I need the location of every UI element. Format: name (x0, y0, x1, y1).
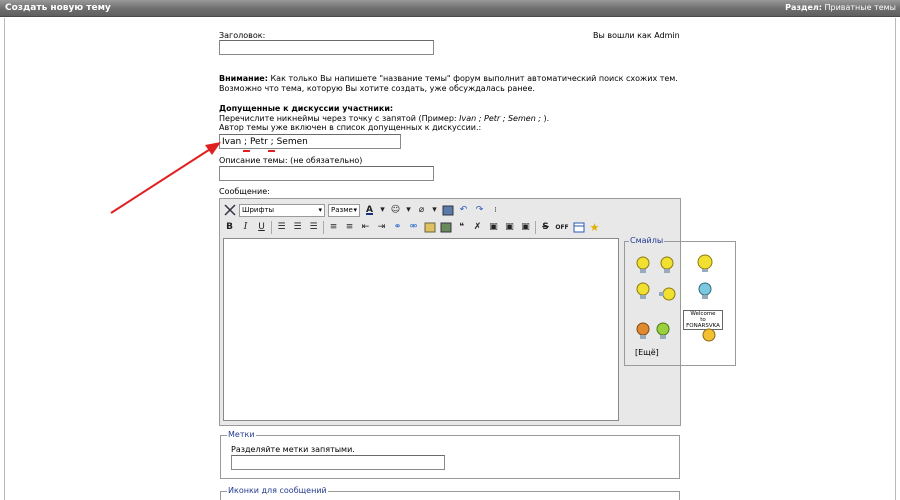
tags-input-wrap[interactable] (231, 455, 445, 470)
separator-mark-1 (243, 150, 250, 152)
attachment-icon[interactable]: ⌀ (415, 204, 428, 217)
size-select-value: Разме (331, 206, 353, 214)
html-icon[interactable]: ▣ (519, 221, 532, 234)
participants-title: Допущенные к дискуссии участники: (219, 104, 394, 113)
message-icons-legend: Иконки для сообщений (227, 486, 328, 495)
align-left-icon[interactable]: ☰ (275, 221, 288, 234)
table-icon[interactable] (572, 221, 585, 234)
section-indicator: Раздел: Приватные темы (785, 3, 896, 12)
size-select[interactable]: Разме ▾ (328, 203, 360, 217)
message-textarea[interactable] (223, 238, 619, 421)
photo-icon[interactable] (439, 221, 452, 234)
toolbar-separator (323, 220, 324, 234)
align-center-icon[interactable]: ☰ (291, 221, 304, 234)
smiley-icon[interactable] (635, 282, 651, 300)
redo-icon[interactable]: ↷ (473, 204, 486, 217)
participants-hint2: Автор темы уже включен в список допущенн… (219, 123, 482, 132)
warning-line2: Возможно что тема, которую Вы хотите соз… (219, 84, 535, 93)
outdent-icon[interactable]: ⇤ (359, 221, 372, 234)
smiley-icon[interactable] (695, 254, 715, 272)
unordered-list-icon[interactable]: ≡ (343, 221, 356, 234)
separator-mark-2 (268, 150, 275, 152)
bold-icon[interactable]: B (223, 221, 236, 234)
toolbar-row-2: B I U ☰ ☰ ☰ ≡ ≡ ⇤ ⇥ ⚭ ⚮ ❝ ✗ ▣ ▣ ▣ S OFF … (223, 219, 601, 235)
image-icon[interactable] (441, 204, 454, 217)
link-icon[interactable]: ⚭ (391, 221, 404, 234)
message-editor: Шрифты ▾ Разме ▾ A ▾ ☺ ▾ ⌀ ▾ ↶ ↷ ⁞ B I U ☰… (219, 198, 736, 426)
tags-fieldset: Метки Разделяйте метки запятыми. (220, 430, 680, 479)
tags-hint: Разделяйте метки запятыми. (231, 445, 355, 454)
participants-hint-prefix: Перечислите никнеймы через точку с запят… (219, 114, 460, 123)
subject-label: Заголовок: (219, 31, 266, 40)
more-icon[interactable]: ⁞ (489, 204, 502, 217)
smiley-icon[interactable] (657, 286, 677, 304)
smiley-icon[interactable] (699, 328, 719, 346)
chevron-down-icon[interactable]: ▾ (405, 204, 412, 217)
unlink-icon[interactable]: ⚮ (407, 221, 420, 234)
description-label: Описание темы: (не обязательно) (219, 156, 363, 165)
php-icon[interactable]: ▣ (503, 221, 516, 234)
off-toggle[interactable]: OFF (555, 221, 569, 234)
italic-icon[interactable]: I (239, 221, 252, 234)
subject-input[interactable] (220, 41, 433, 54)
remove-format-icon[interactable] (223, 204, 236, 217)
font-select-value: Шрифты (242, 206, 275, 214)
subject-input-wrap[interactable] (219, 40, 434, 55)
warning-bold: Внимание: (219, 74, 268, 83)
smiley-icon[interactable] (635, 322, 651, 340)
toolbar-row-1: Шрифты ▾ Разме ▾ A ▾ ☺ ▾ ⌀ ▾ ↶ ↷ ⁞ (223, 202, 502, 218)
smiley-icon[interactable] (655, 322, 671, 340)
align-right-icon[interactable]: ☰ (307, 221, 320, 234)
smiley-icon[interactable] (659, 256, 675, 274)
font-color-icon[interactable]: A (363, 204, 376, 217)
red-arrow (110, 142, 221, 214)
insert-image-icon[interactable] (423, 221, 436, 234)
participants-input[interactable] (220, 135, 400, 148)
smileys-legend: Смайлы (629, 236, 665, 245)
participants-hint-example: Ivan ; Petr ; Semen ; (459, 114, 541, 123)
code-icon[interactable]: ▣ (487, 221, 500, 234)
ordered-list-icon[interactable]: ≡ (327, 221, 340, 234)
quote-icon[interactable]: ❝ (455, 221, 468, 234)
message-label: Сообщение: (219, 187, 270, 196)
chevron-down-icon: ▾ (353, 206, 357, 214)
clear-icon[interactable]: ✗ (471, 221, 484, 234)
underline-icon[interactable]: U (255, 221, 268, 234)
undo-icon[interactable]: ↶ (457, 204, 470, 217)
page-title: Создать новую тему (5, 3, 111, 13)
smileys-more-link[interactable]: [Ещё] (635, 348, 659, 357)
smiley-icon[interactable] (635, 256, 651, 274)
star-icon[interactable]: ★ (588, 221, 601, 234)
participants-hint: Перечислите никнеймы через точку с запят… (219, 114, 549, 123)
warning-body: Как только Вы напишете "название темы" ф… (267, 74, 678, 83)
tags-legend: Метки (227, 430, 256, 439)
message-icons-fieldset: Иконки для сообщений (220, 486, 680, 500)
smiley-icon[interactable] (697, 282, 713, 300)
indent-icon[interactable]: ⇥ (375, 221, 388, 234)
welcome-sign[interactable]: Welcome to FONARSVKA (683, 310, 723, 330)
tags-input[interactable] (232, 456, 444, 469)
font-select[interactable]: Шрифты ▾ (239, 203, 325, 217)
toolbar-separator (271, 220, 272, 234)
chevron-down-icon[interactable]: ▾ (431, 204, 438, 217)
title-bar: Создать новую тему Раздел: Приватные тем… (0, 0, 900, 17)
participants-hint-suffix: ). (541, 114, 550, 123)
section-label: Раздел: (785, 3, 822, 12)
toolbar-separator (535, 220, 536, 234)
description-input[interactable] (220, 167, 433, 180)
section-value[interactable]: Приватные темы (824, 3, 896, 12)
participants-input-wrap[interactable] (219, 134, 401, 149)
smileys-panel: Смайлы Welcome to FONARSVKA [Ещё] (624, 236, 736, 366)
chevron-down-icon[interactable]: ▾ (379, 204, 386, 217)
strikethrough-icon[interactable]: S (539, 221, 552, 234)
logged-in-text: Вы вошли как Admin (593, 31, 680, 40)
description-input-wrap[interactable] (219, 166, 434, 181)
chevron-down-icon: ▾ (318, 206, 322, 214)
warning-text: Внимание: Как только Вы напишете "назван… (219, 74, 678, 83)
emoticon-icon[interactable]: ☺ (389, 204, 402, 217)
